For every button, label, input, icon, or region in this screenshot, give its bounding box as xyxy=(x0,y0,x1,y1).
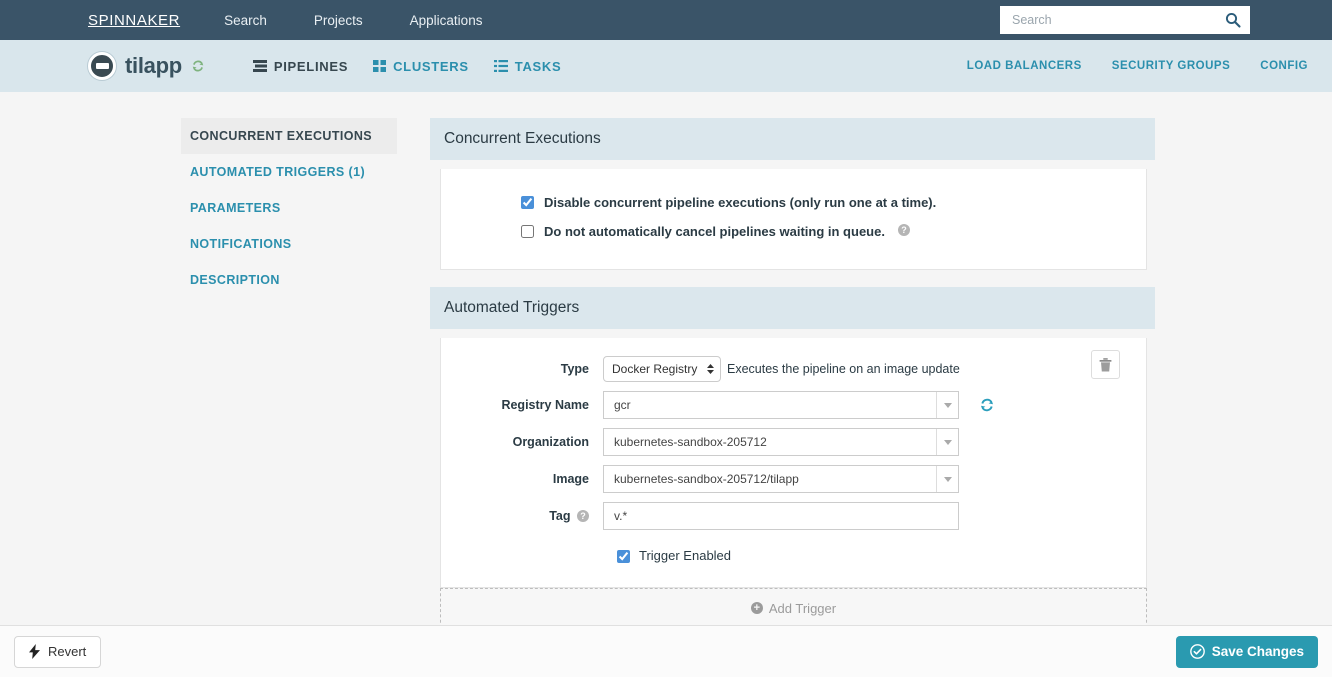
sidebar-item-concurrent-executions[interactable]: CONCURRENT EXECUTIONS xyxy=(181,118,397,154)
disable-concurrent-executions-row[interactable]: Disable concurrent pipeline executions (… xyxy=(521,195,1146,210)
do-not-cancel-queued-label: Do not automatically cancel pipelines wa… xyxy=(544,224,885,239)
save-changes-button[interactable]: Save Changes xyxy=(1175,635,1318,668)
image-row: Image kubernetes-sandbox-205712/tilapp xyxy=(441,465,1146,493)
check-circle-icon xyxy=(1189,644,1205,659)
disable-concurrent-executions-label: Disable concurrent pipeline executions (… xyxy=(544,195,937,210)
nav-link-applications[interactable]: Applications xyxy=(410,13,483,28)
trigger-type-row: Type Docker Registry Executes the pipeli… xyxy=(441,356,1146,382)
application-tabs: PIPELINES CLUSTERS TASKS xyxy=(252,40,562,92)
revert-button[interactable]: Revert xyxy=(14,635,102,668)
link-load-balancers[interactable]: LOAD BALANCERS xyxy=(967,60,1082,72)
plus-circle-icon: + xyxy=(750,602,763,614)
link-config[interactable]: CONFIG xyxy=(1260,60,1308,72)
trigger-type-select-wrap: Docker Registry xyxy=(603,356,721,382)
tag-row: Tag ? xyxy=(441,502,1146,530)
trigger-type-hint: Executes the pipeline on an image update xyxy=(727,362,960,376)
sidebar-item-notifications[interactable]: NOTIFICATIONS xyxy=(181,226,397,262)
concurrent-executions-body: Disable concurrent pipeline executions (… xyxy=(440,169,1147,270)
tag-label: Tag ? xyxy=(441,509,603,523)
tab-clusters[interactable]: CLUSTERS xyxy=(373,40,469,92)
trigger-type-label: Type xyxy=(560,362,589,376)
automated-triggers-title: Automated Triggers xyxy=(430,287,1155,329)
tab-clusters-label: CLUSTERS xyxy=(393,58,469,74)
add-trigger-label: Add Trigger xyxy=(768,600,837,616)
link-security-groups[interactable]: SECURITY GROUPS xyxy=(1112,60,1230,72)
help-icon[interactable]: ? xyxy=(577,510,589,522)
organization-select[interactable]: kubernetes-sandbox-205712 xyxy=(603,428,959,456)
config-content: Concurrent Executions Disable concurrent… xyxy=(430,118,1155,645)
config-sidebar: CONCURRENT EXECUTIONS AUTOMATED TRIGGERS… xyxy=(181,118,397,298)
add-trigger-button[interactable]: + Add Trigger xyxy=(440,588,1147,628)
organization-row: Organization kubernetes-sandbox-205712 xyxy=(441,428,1146,456)
search-input[interactable] xyxy=(1000,6,1216,34)
tab-tasks-label: TASKS xyxy=(514,58,562,74)
action-bar: Revert Save Changes xyxy=(0,625,1332,677)
image-select[interactable]: kubernetes-sandbox-205712/tilapp xyxy=(603,465,959,493)
global-nav-links: Search Projects Applications xyxy=(224,13,482,28)
clusters-icon xyxy=(373,60,387,72)
tab-tasks[interactable]: TASKS xyxy=(493,40,562,92)
delete-trigger-button[interactable] xyxy=(1091,350,1120,379)
application-secondary-links: LOAD BALANCERS SECURITY GROUPS CONFIG xyxy=(967,60,1308,72)
registry-name-select[interactable]: gcr xyxy=(603,391,959,419)
trigger-enabled-label: Trigger Enabled xyxy=(639,548,732,563)
trigger-type-select[interactable]: Docker Registry xyxy=(603,356,721,382)
trash-icon xyxy=(1099,357,1112,371)
concurrent-executions-title: Concurrent Executions xyxy=(430,118,1155,160)
application-identity: tilapp xyxy=(88,52,205,80)
nav-link-projects[interactable]: Projects xyxy=(314,13,363,28)
registry-name-row: Registry Name gcr xyxy=(441,391,1146,419)
save-changes-label: Save Changes xyxy=(1211,644,1304,659)
help-icon[interactable]: ? xyxy=(897,224,910,236)
application-name: tilapp xyxy=(125,53,182,78)
chevron-down-icon xyxy=(936,429,958,455)
application-refresh-icon[interactable] xyxy=(191,59,205,73)
organization-label: Organization xyxy=(512,435,589,449)
global-search xyxy=(1000,6,1250,34)
global-topnav: SPINNAKER Search Projects Applications xyxy=(0,0,1332,40)
trigger-enabled-checkbox[interactable] xyxy=(617,550,630,563)
image-value: kubernetes-sandbox-205712/tilapp xyxy=(614,472,799,486)
disable-concurrent-executions-checkbox[interactable] xyxy=(521,196,534,209)
nav-link-search[interactable]: Search xyxy=(224,13,267,28)
tab-pipelines[interactable]: PIPELINES xyxy=(252,40,349,92)
do-not-cancel-queued-checkbox[interactable] xyxy=(521,225,534,238)
application-navbar: tilapp PIPELINES CLUSTERS TASKS LOAD BAL… xyxy=(0,40,1332,92)
automated-triggers-panel: Automated Triggers Type Docker Registry xyxy=(430,287,1155,628)
application-logo-icon xyxy=(88,52,116,80)
pipeline-config-page: CONCURRENT EXECUTIONS AUTOMATED TRIGGERS… xyxy=(0,92,1332,677)
registry-name-label: Registry Name xyxy=(501,398,589,412)
pipelines-icon xyxy=(252,60,267,72)
sidebar-item-description[interactable]: DESCRIPTION xyxy=(181,262,397,298)
trigger-form: Type Docker Registry Executes the pipeli… xyxy=(440,338,1147,588)
tag-input[interactable] xyxy=(603,502,959,530)
spinnaker-brand[interactable]: SPINNAKER xyxy=(88,12,180,29)
bolt-icon xyxy=(29,644,40,659)
registry-name-value: gcr xyxy=(614,398,631,412)
do-not-cancel-queued-row[interactable]: Do not automatically cancel pipelines wa… xyxy=(521,224,1146,239)
search-icon xyxy=(1225,12,1241,28)
chevron-down-icon xyxy=(936,392,958,418)
sidebar-item-automated-triggers[interactable]: AUTOMATED TRIGGERS (1) xyxy=(181,154,397,190)
chevron-down-icon xyxy=(936,466,958,492)
tasks-icon xyxy=(493,60,508,72)
concurrent-executions-panel: Concurrent Executions Disable concurrent… xyxy=(430,118,1155,270)
search-button[interactable] xyxy=(1216,6,1250,34)
refresh-registry-button[interactable] xyxy=(977,395,997,415)
refresh-icon xyxy=(981,398,993,412)
revert-button-label: Revert xyxy=(48,644,87,659)
sidebar-item-parameters[interactable]: PARAMETERS xyxy=(181,190,397,226)
trigger-enabled-row[interactable]: Trigger Enabled xyxy=(617,548,1146,563)
image-label: Image xyxy=(552,472,589,486)
tab-pipelines-label: PIPELINES xyxy=(273,58,349,74)
organization-value: kubernetes-sandbox-205712 xyxy=(614,435,767,449)
